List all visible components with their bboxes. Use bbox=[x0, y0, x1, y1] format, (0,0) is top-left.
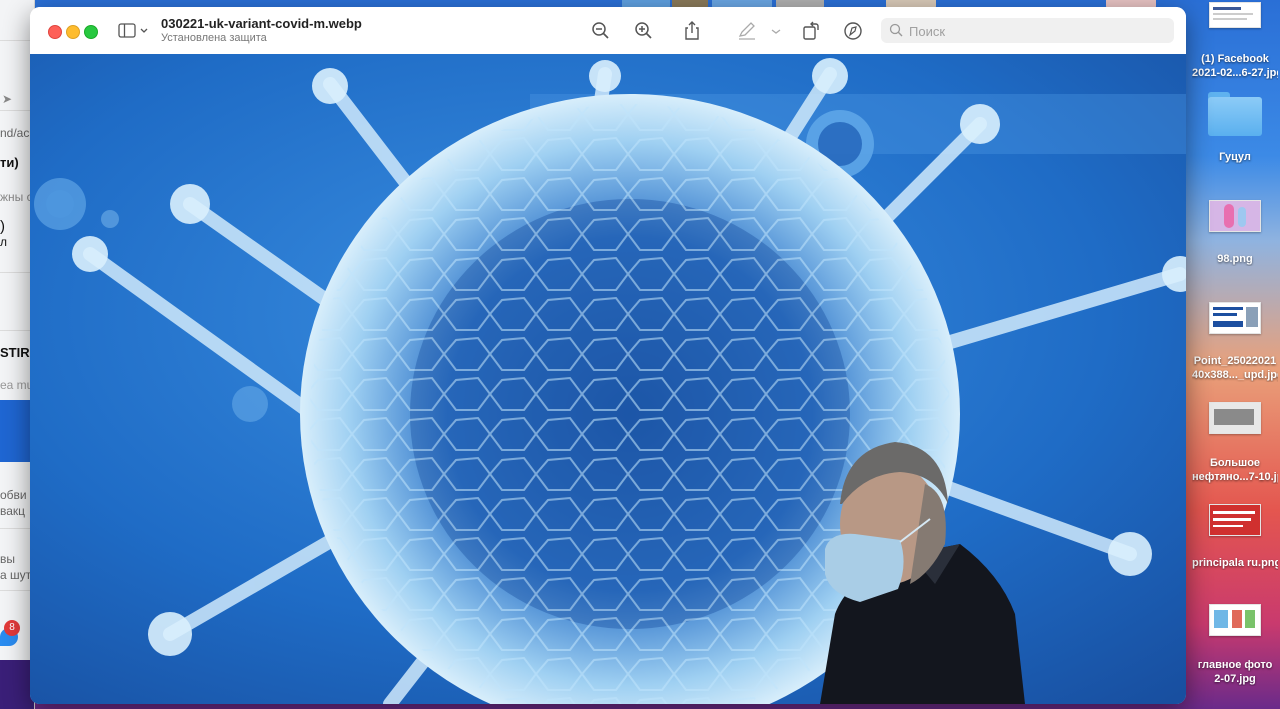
bg-text: ea mu bbox=[0, 378, 34, 392]
virus-image bbox=[30, 54, 1186, 704]
desktop-file-point[interactable]: Point_25022021 40x388..._upd.jpg bbox=[1192, 302, 1278, 382]
file-label: 2021-02...6-27.jpg bbox=[1192, 67, 1278, 79]
pen-icon bbox=[738, 22, 755, 40]
bg-text: а шут bbox=[0, 568, 32, 582]
file-label: Point_25022021 bbox=[1193, 355, 1277, 367]
zoom-in-icon bbox=[635, 22, 652, 39]
image-viewer[interactable] bbox=[30, 54, 1186, 704]
file-label: principala ru.png bbox=[1192, 557, 1278, 569]
bg-text: ) bbox=[0, 218, 5, 235]
file-thumbnail bbox=[1209, 402, 1261, 434]
bg-url-text: nd/ac bbox=[0, 126, 30, 140]
minimize-button[interactable] bbox=[66, 25, 80, 39]
search-field[interactable] bbox=[881, 18, 1174, 43]
document-title: 030221-uk-variant-covid-m.webp bbox=[161, 16, 362, 31]
desktop-file-facebook[interactable]: (1) Facebook 2021-02...6-27.jpg bbox=[1192, 2, 1278, 80]
file-thumbnail bbox=[1209, 302, 1261, 334]
file-label: нефтяно...7-10.jpg bbox=[1192, 471, 1278, 483]
rotate-button[interactable] bbox=[800, 20, 822, 42]
desktop-folder-gutsul[interactable]: Гуцул bbox=[1192, 92, 1278, 164]
desktop-file-neft[interactable]: Большое нефтяно...7-10.jpg bbox=[1192, 402, 1278, 484]
file-thumbnail bbox=[1209, 2, 1261, 28]
file-thumbnail bbox=[1209, 604, 1261, 636]
rotate-icon bbox=[803, 21, 819, 40]
document-subtitle: Установлена защита bbox=[161, 32, 267, 44]
search-input[interactable] bbox=[907, 22, 1171, 41]
file-label: Большое bbox=[1209, 457, 1261, 469]
title-bar[interactable]: 030221-uk-variant-covid-m.webp Установле… bbox=[30, 7, 1186, 55]
bg-text: вакц bbox=[0, 504, 26, 518]
share-icon bbox=[685, 21, 699, 40]
highlight-menu-button[interactable] bbox=[768, 20, 784, 42]
preview-window[interactable]: 030221-uk-variant-covid-m.webp Установле… bbox=[30, 7, 1186, 704]
file-label: 98.png bbox=[1217, 253, 1253, 265]
close-button[interactable] bbox=[48, 25, 62, 39]
search-icon bbox=[889, 23, 903, 37]
sidebar-toggle-button[interactable] bbox=[118, 22, 150, 40]
send-icon[interactable]: ➤ bbox=[2, 92, 12, 106]
bg-text: л bbox=[0, 235, 8, 249]
zoom-out-button[interactable] bbox=[590, 20, 612, 42]
file-thumbnail bbox=[1209, 504, 1261, 536]
file-label: (1) Facebook bbox=[1201, 53, 1269, 65]
bg-bottom-area bbox=[0, 660, 34, 709]
file-label: 2-07.jpg bbox=[1214, 673, 1256, 685]
folder-icon bbox=[1208, 92, 1262, 136]
bg-heading: STIR bbox=[0, 345, 30, 360]
bg-text: обви bbox=[0, 488, 27, 502]
notification-badge: 8 bbox=[4, 620, 20, 636]
desktop-file-glavnoe[interactable]: главное фото 2-07.jpg bbox=[1192, 604, 1278, 686]
file-label: главное фото bbox=[1197, 659, 1273, 671]
share-button[interactable] bbox=[681, 20, 703, 42]
file-label: 40x388..._upd.jpg bbox=[1192, 369, 1278, 381]
markup-button[interactable] bbox=[842, 20, 864, 42]
zoom-in-button[interactable] bbox=[633, 20, 655, 42]
sidebar-icon bbox=[118, 23, 148, 38]
desktop-file-principala[interactable]: principala ru.png bbox=[1192, 504, 1278, 570]
bg-banner[interactable] bbox=[0, 400, 34, 462]
folder-label: Гуцул bbox=[1219, 151, 1251, 163]
file-thumbnail bbox=[1209, 200, 1261, 232]
bg-text: вы bbox=[0, 552, 15, 566]
bg-heading: ти) bbox=[0, 155, 19, 170]
bg-text: жны с bbox=[0, 190, 33, 204]
chevron-down-icon bbox=[771, 29, 781, 34]
zoom-out-icon bbox=[592, 22, 609, 39]
desktop-file-98[interactable]: 98.png bbox=[1192, 200, 1278, 266]
maximize-button[interactable] bbox=[84, 25, 98, 39]
markup-icon bbox=[844, 22, 862, 40]
highlight-button[interactable] bbox=[736, 20, 758, 42]
